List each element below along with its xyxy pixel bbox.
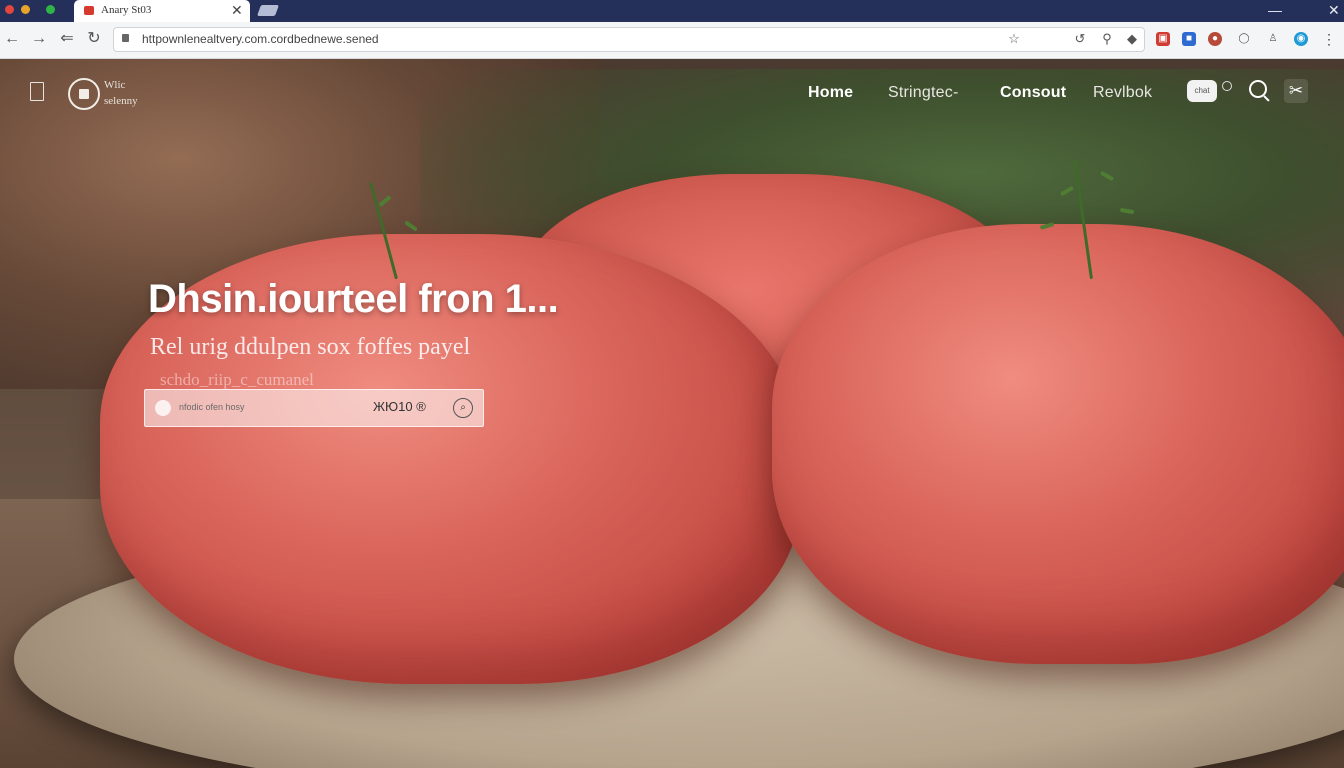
- maximize-window-dot[interactable]: [46, 5, 55, 14]
- minimize-window-dot[interactable]: [21, 5, 30, 14]
- document-icon[interactable]: [30, 82, 44, 101]
- search-icon[interactable]: [1249, 80, 1267, 98]
- extension-record-icon[interactable]: ●: [1208, 32, 1222, 46]
- globe-extension-icon[interactable]: ◉: [1294, 32, 1308, 46]
- refresh-icon[interactable]: ↺: [1072, 31, 1088, 47]
- browser-tab-strip: Anary St03 ✕ — ✕: [0, 0, 1344, 22]
- hero-tagline: schdo_riip_c_cumanel: [160, 370, 314, 389]
- extension-icon[interactable]: ◆: [1124, 31, 1140, 47]
- nav-item-4[interactable]: Revlbok: [1093, 84, 1152, 102]
- chat-bubble-icon[interactable]: chat: [1187, 80, 1217, 102]
- avatar-icon: [155, 400, 171, 416]
- search-go-icon[interactable]: ⌕: [453, 398, 473, 418]
- forward-icon[interactable]: →: [29, 29, 49, 49]
- site-header: Wlic selenny Home Stringtec- Consout Rev…: [0, 59, 1344, 129]
- url-text[interactable]: httpownlenealtvery.com.cordbednewe.sened: [142, 32, 379, 46]
- extension-red-icon[interactable]: ▣: [1156, 32, 1170, 46]
- browser-toolbar: ← → ⇐ ↻ httpownlenealtvery.com.cordbedne…: [0, 22, 1344, 59]
- chat-extension-icon[interactable]: ◯: [1237, 32, 1251, 46]
- address-bar[interactable]: httpownlenealtvery.com.cordbednewe.sened…: [113, 27, 1145, 52]
- logo-icon[interactable]: [68, 78, 100, 110]
- close-window-dot[interactable]: [5, 5, 14, 14]
- price-label: ЖЮ10 ®: [373, 399, 426, 414]
- tab-title: Anary St03: [101, 4, 152, 16]
- active-tab[interactable]: Anary St03 ✕: [74, 0, 250, 22]
- back-icon[interactable]: ←: [2, 29, 22, 49]
- hero-subtitle: Rel urig ddulpen sox foffes payel: [150, 334, 471, 360]
- logo-subtext[interactable]: selenny: [104, 95, 138, 107]
- tools-icon[interactable]: ✂: [1284, 79, 1308, 103]
- menu-icon[interactable]: ⋮: [1322, 32, 1336, 46]
- nav-item-3[interactable]: Consout: [1000, 84, 1066, 102]
- hero-section: Wlic selenny Home Stringtec- Consout Rev…: [0, 59, 1344, 768]
- meat-image-right: [772, 224, 1344, 664]
- favicon-icon: [84, 6, 94, 15]
- logo-text[interactable]: Wlic: [104, 79, 125, 91]
- lock-icon: [122, 34, 129, 42]
- nav-home[interactable]: Home: [808, 84, 853, 102]
- notification-ring-icon: [1222, 81, 1232, 91]
- logo-mark: [79, 89, 89, 99]
- minimize-icon[interactable]: —: [1268, 1, 1282, 19]
- search-placeholder[interactable]: nfodic ofen hosy: [179, 402, 245, 412]
- home-icon[interactable]: ⇐: [57, 29, 77, 49]
- nav-item-2[interactable]: Stringtec-: [888, 84, 958, 102]
- reload-icon[interactable]: ↻: [84, 29, 104, 49]
- hero-search-box[interactable]: nfodic ofen hosy ЖЮ10 ® ⌕: [144, 389, 484, 427]
- tab-close-icon[interactable]: ✕: [231, 2, 243, 18]
- extension-blue-icon[interactable]: ■: [1182, 32, 1196, 46]
- new-tab-button[interactable]: [256, 5, 280, 16]
- hero-title: Dhsin.iourteel fron 1...: [148, 277, 559, 321]
- close-icon[interactable]: ✕: [1328, 1, 1340, 19]
- search-icon[interactable]: ⚲: [1099, 31, 1115, 47]
- profile-extension-icon[interactable]: ♙: [1266, 32, 1280, 46]
- bookmark-star-icon[interactable]: ☆: [1006, 31, 1022, 47]
